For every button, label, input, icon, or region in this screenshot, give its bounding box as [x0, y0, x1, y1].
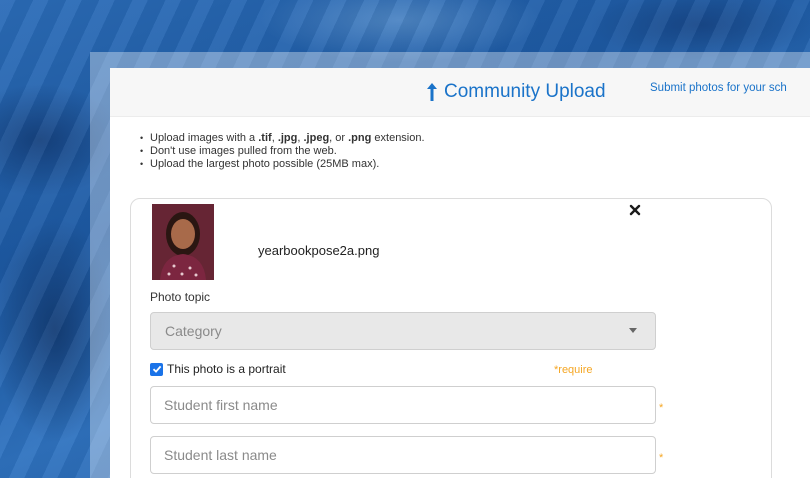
close-icon[interactable] [628, 204, 642, 218]
page-title-text: Community Upload [444, 81, 606, 102]
rule-item: Don't use images pulled from the web. [140, 145, 425, 158]
first-name-placeholder: Student first name [164, 397, 278, 413]
student-last-name-input[interactable]: Student last name [150, 436, 656, 474]
category-select-value: Category [165, 323, 222, 339]
header-subtitle-link[interactable]: Submit photos for your sch [650, 82, 787, 94]
required-marker: * [659, 402, 664, 414]
photo-topic-label: Photo topic [150, 290, 211, 304]
portrait-checkbox[interactable] [150, 362, 163, 376]
require-note: *require [554, 364, 593, 376]
upload-arrow-icon [427, 83, 437, 101]
upload-panel: Community Upload Submit photos for your … [110, 68, 810, 478]
portrait-checkbox-row[interactable]: This photo is a portrait [150, 362, 286, 376]
page-title: Community Upload [426, 78, 606, 106]
panel-header: Community Upload Submit photos for your … [110, 68, 810, 117]
portrait-checkbox-label: This photo is a portrait [167, 362, 286, 376]
rule-item: Upload images with a .tif, .jpg, .jpeg, … [140, 132, 425, 145]
category-select[interactable]: Category [150, 312, 656, 350]
photo-thumbnail [152, 204, 214, 280]
last-name-placeholder: Student last name [164, 447, 277, 463]
upload-rules-list: Upload images with a .tif, .jpg, .jpeg, … [140, 132, 425, 171]
rule-item: Upload the largest photo possible (25MB … [140, 158, 425, 171]
student-first-name-input[interactable]: Student first name [150, 386, 656, 424]
chevron-down-icon [629, 328, 637, 333]
required-marker: * [659, 452, 664, 464]
file-name: yearbookpose2a.png [258, 243, 380, 258]
checkmark-icon [152, 365, 161, 373]
